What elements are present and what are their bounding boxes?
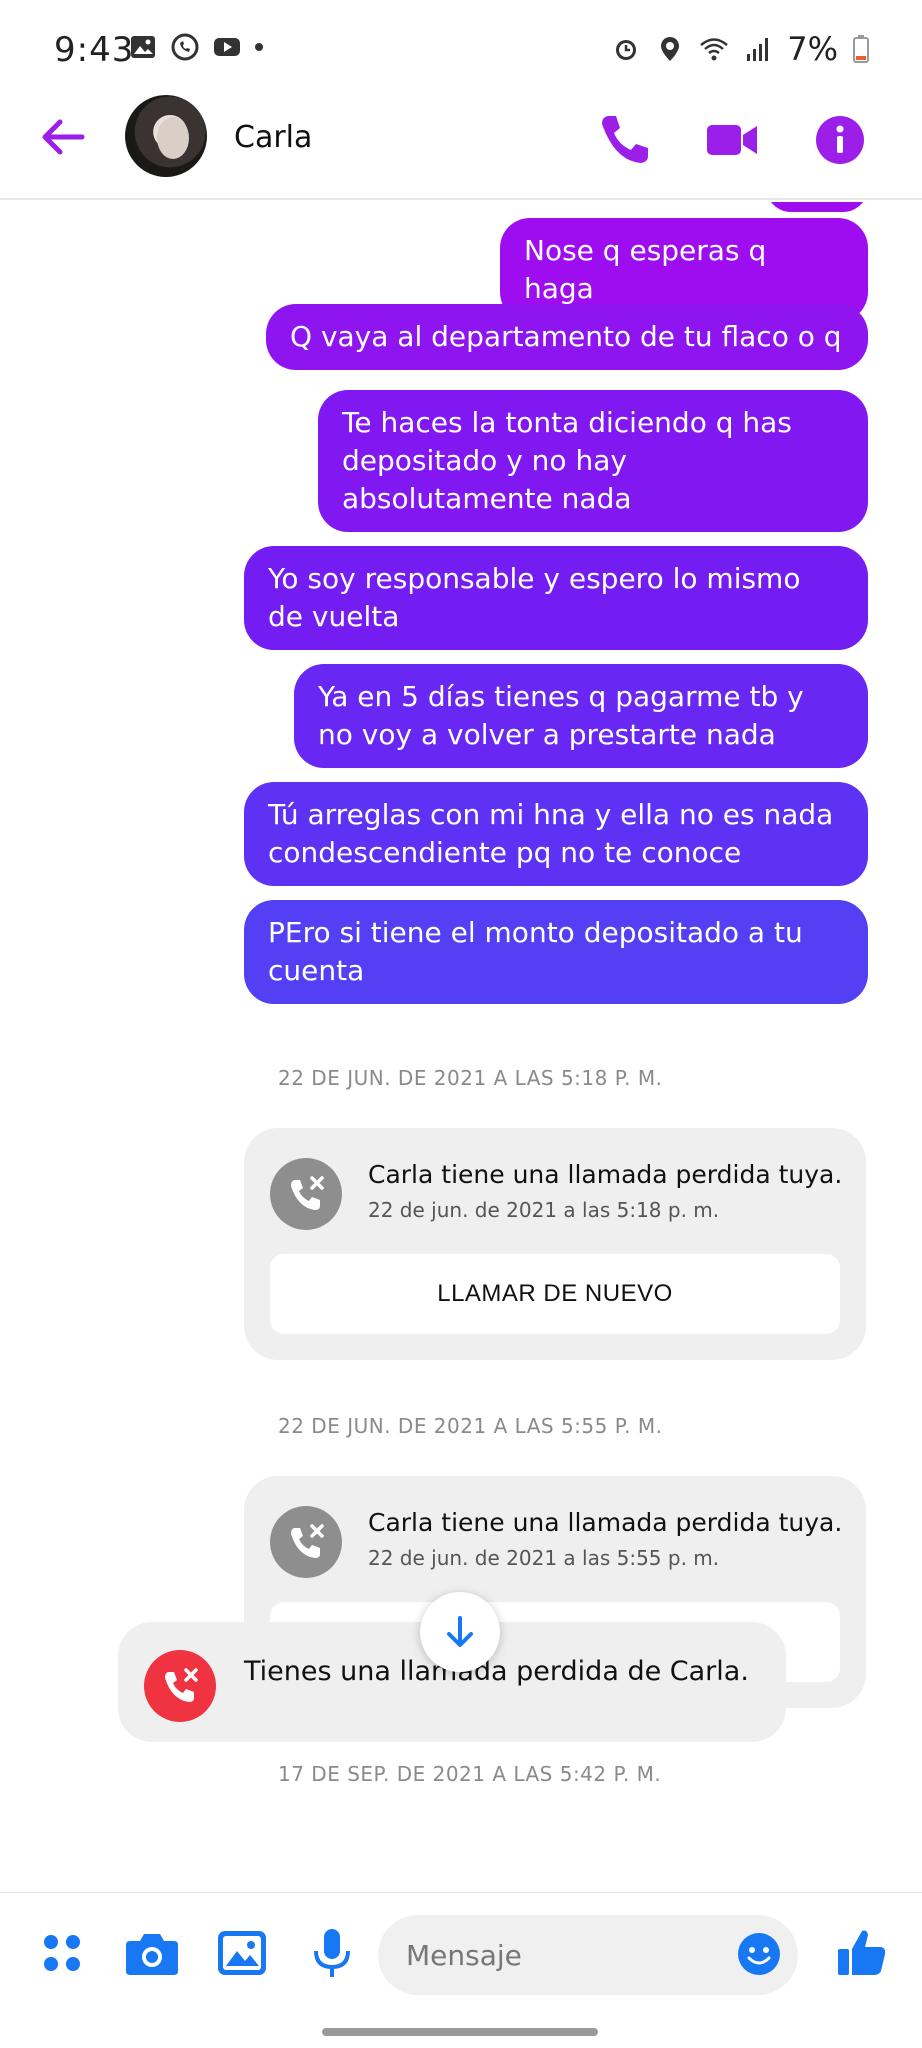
- message-composer: [0, 1892, 922, 2022]
- call-back-button[interactable]: LLAMAR DE NUEVO: [270, 1254, 840, 1334]
- whatsapp-notification-icon: [171, 33, 199, 61]
- call-subtitle: 22 de jun. de 2021 a las 5:55 p. m.: [368, 1546, 720, 1570]
- message-bubble[interactable]: Ya en 5 días tienes q pagarme tb y no vo…: [294, 664, 868, 768]
- location-icon: [661, 37, 680, 61]
- youtube-notification-icon: [214, 38, 240, 56]
- missed-call-icon: [270, 1506, 342, 1578]
- status-system-icons: 7%: [611, 30, 870, 68]
- call-subtitle: 22 de jun. de 2021 a las 5:18 p. m.: [368, 1198, 720, 1222]
- phone-call-icon[interactable]: [594, 110, 654, 170]
- wifi-icon: [700, 38, 729, 61]
- timestamp: 22 DE JUN. DE 2021 A LAS 5:18 P. M.: [278, 1066, 663, 1090]
- message-bubble[interactable]: Q vaya al departamento de tu flaco o q: [266, 304, 868, 370]
- missed-call-card: Carla tiene una llamada perdida tuya. 22…: [244, 1128, 866, 1360]
- video-call-icon[interactable]: [702, 110, 762, 170]
- status-time: 9:43: [54, 30, 135, 70]
- status-notification-icons: [128, 32, 264, 62]
- info-icon[interactable]: [810, 110, 870, 170]
- call-title: Tienes una llamada perdida de Carla.: [244, 1656, 749, 1687]
- avatar[interactable]: [125, 95, 207, 177]
- message-bubble[interactable]: Yo soy responsable y espero lo mismo de …: [244, 546, 868, 650]
- message-input[interactable]: [378, 1915, 798, 1995]
- battery-percent: 7%: [787, 30, 838, 68]
- timestamp: 22 DE JUN. DE 2021 A LAS 5:55 P. M.: [278, 1414, 663, 1438]
- microphone-icon[interactable]: [302, 1923, 362, 1983]
- like-thumb-icon[interactable]: [832, 1923, 892, 1983]
- signal-icon: [747, 38, 769, 61]
- camera-icon[interactable]: [122, 1923, 182, 1983]
- status-bar: 9:43 7%: [0, 0, 922, 100]
- missed-call-icon: [270, 1158, 342, 1230]
- menu-dots-icon[interactable]: [32, 1923, 92, 1983]
- message-bubble[interactable]: PEro si tiene el monto depositado a tu c…: [244, 900, 868, 1004]
- battery-icon: [853, 35, 869, 63]
- dot-icon: [255, 43, 263, 51]
- scroll-to-bottom-button[interactable]: [420, 1592, 500, 1672]
- back-arrow-icon[interactable]: [38, 112, 88, 162]
- gallery-notification-icon: [131, 36, 155, 58]
- message-bubble-partial: [766, 202, 868, 212]
- message-bubble[interactable]: Te haces la tonta diciendo q has deposit…: [318, 390, 868, 532]
- alarm-icon: [616, 40, 637, 60]
- call-title: Carla tiene una llamada perdida tuya.: [368, 1508, 843, 1537]
- missed-call-icon-red: [144, 1650, 216, 1722]
- call-title: Carla tiene una llamada perdida tuya.: [368, 1160, 843, 1189]
- emoji-icon[interactable]: [736, 1931, 782, 1977]
- gallery-icon[interactable]: [212, 1923, 272, 1983]
- message-bubble[interactable]: Tú arreglas con mi hna y ella no es nada…: [244, 782, 868, 886]
- home-indicator: [322, 2028, 598, 2036]
- contact-name[interactable]: Carla: [234, 120, 312, 155]
- timestamp: 17 DE SEP. DE 2021 A LAS 5:42 P. M.: [278, 1762, 662, 1786]
- arrow-down-icon: [447, 1616, 473, 1647]
